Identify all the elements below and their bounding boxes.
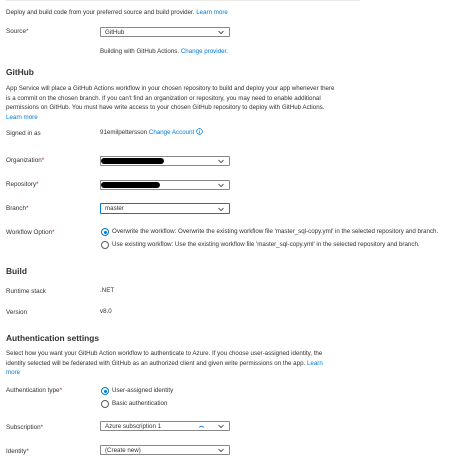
organization-label: Organization* — [6, 157, 45, 164]
identity-dropdown[interactable]: (Create new) — [100, 445, 230, 455]
source-value: GitHub — [105, 29, 125, 36]
runtime-stack-value: .NET — [100, 287, 115, 294]
chevron-down-icon — [218, 30, 224, 35]
source-note: Building with GitHub Actions. Change pro… — [100, 48, 228, 55]
signed-in-user: 91emilpettersson — [100, 129, 148, 136]
user-assigned-identity-radio[interactable] — [101, 387, 109, 395]
auth-learn-more-link-a[interactable]: Learn — [307, 360, 323, 367]
intro-text: Deploy and build code from your preferre… — [6, 8, 228, 18]
chevron-down-icon — [218, 207, 224, 211]
basic-authentication-radio[interactable] — [101, 400, 109, 408]
info-icon[interactable] — [196, 128, 203, 135]
user-assigned-identity-label[interactable]: User-assigned identity — [112, 386, 173, 396]
identity-value: (Create new) — [105, 447, 141, 454]
branch-value: master — [105, 205, 124, 212]
chevron-down-icon — [218, 424, 224, 429]
github-heading: GitHub — [6, 67, 34, 77]
change-account-link[interactable]: Change Account — [149, 129, 194, 136]
workflow-existing-radio[interactable] — [101, 241, 109, 249]
workflow-overwrite-radio[interactable] — [101, 228, 109, 236]
change-provider-link[interactable]: Change provider. — [181, 48, 228, 55]
subscription-value: Azure subscription 1 — [105, 423, 162, 430]
intro-description: Deploy and build code from your preferre… — [6, 9, 195, 16]
chevron-down-icon — [218, 448, 224, 453]
workflow-option-label: Workflow Option* — [6, 229, 55, 236]
chevron-down-icon — [218, 183, 224, 188]
repository-dropdown[interactable] — [100, 180, 230, 190]
github-learn-more-link[interactable]: Learn more — [6, 113, 466, 123]
organization-dropdown[interactable] — [100, 156, 230, 166]
top-divider — [6, 0, 360, 1]
github-description: App Service will place a GitHub Actions … — [6, 84, 466, 122]
runtime-stack-label: Runtime stack — [6, 288, 46, 295]
loading-spinner-icon — [198, 425, 205, 428]
version-value: v8.0 — [100, 308, 112, 315]
chevron-down-icon — [218, 159, 224, 164]
source-label: Source* — [6, 28, 29, 35]
auth-type-label: Authentication type* — [6, 387, 63, 394]
auth-heading: Authentication settings — [6, 333, 100, 343]
repository-label: Repository* — [6, 181, 39, 188]
subscription-dropdown[interactable]: Azure subscription 1 — [100, 421, 230, 431]
organization-redacted — [101, 158, 164, 164]
workflow-existing-label[interactable]: Use existing workflow: Use the existing … — [112, 240, 420, 250]
signed-in-label: Signed in as — [6, 130, 41, 137]
basic-authentication-label[interactable]: Basic authentication — [112, 399, 167, 409]
repository-redacted — [101, 182, 160, 188]
auth-description: Select how you want your GitHub Action w… — [6, 349, 470, 378]
identity-label: Identity* — [6, 448, 29, 455]
source-dropdown[interactable]: GitHub — [100, 27, 230, 37]
build-heading: Build — [6, 266, 27, 276]
branch-dropdown[interactable]: master — [100, 203, 230, 214]
intro-learn-more-link[interactable]: Learn more — [196, 9, 228, 16]
workflow-overwrite-label[interactable]: Overwrite the workflow: Overwrite the ex… — [112, 227, 438, 237]
version-label: Version — [6, 309, 28, 316]
auth-learn-more-link-b[interactable]: more — [6, 368, 470, 378]
signed-in-info: 91emilpettersson Change Account — [100, 128, 203, 138]
subscription-label: Subscription* — [6, 424, 44, 431]
branch-label: Branch* — [6, 205, 29, 212]
